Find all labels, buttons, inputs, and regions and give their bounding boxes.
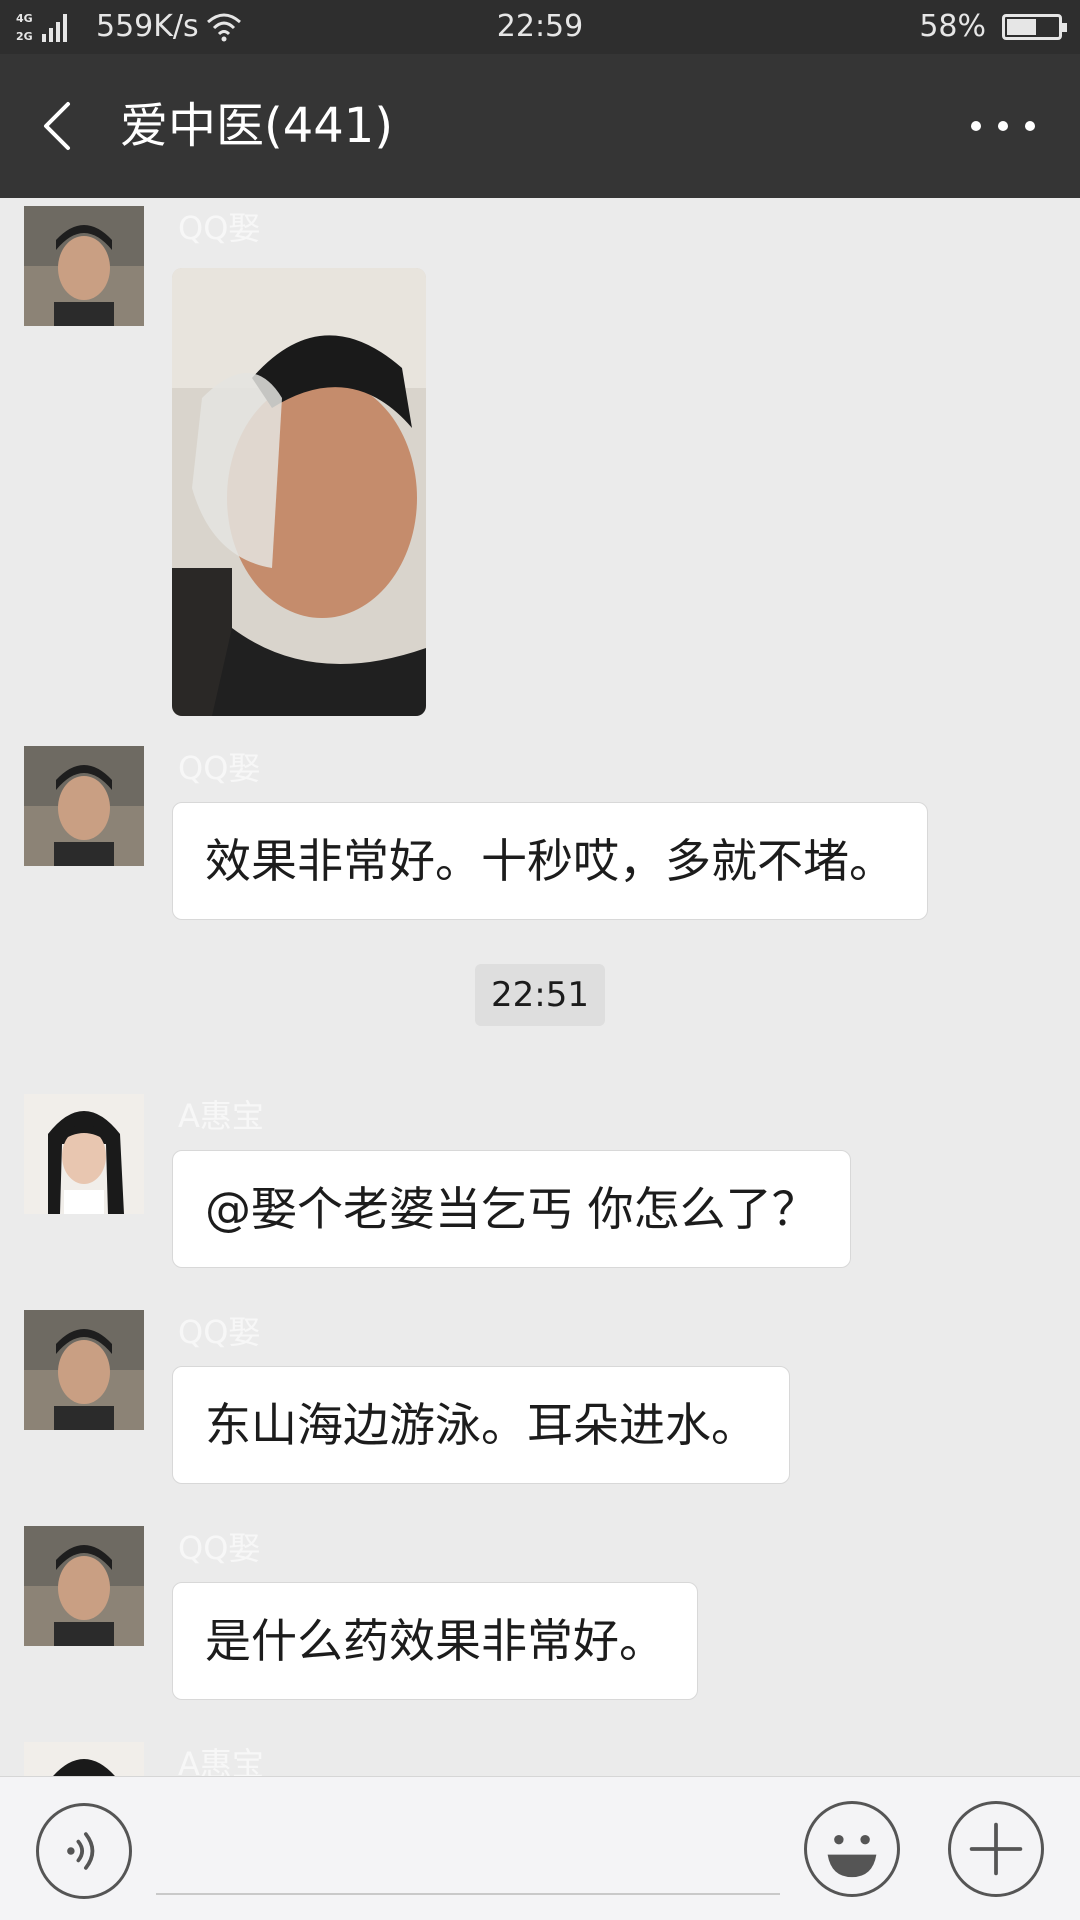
avatar[interactable]: [24, 1310, 144, 1430]
chat-header: 爱中医(441): [0, 54, 1080, 198]
status-bar: 4G 2G 559K/s 22:59 58%: [0, 0, 1080, 54]
timestamp-divider: 22:51: [475, 964, 605, 1026]
message-bubble[interactable]: 是什么药效果非常好。: [172, 1582, 698, 1700]
sender-name: QQ娶: [178, 209, 261, 247]
sender-name: A惠宝: [178, 1745, 264, 1776]
battery-icon: [1002, 14, 1067, 40]
avatar[interactable]: [24, 1742, 144, 1776]
battery-percent: 58%: [919, 9, 986, 44]
message-bubble[interactable]: 东山海边游泳。耳朵进水。: [172, 1366, 790, 1484]
sender-name: QQ娶: [178, 749, 261, 787]
avatar[interactable]: [24, 1526, 144, 1646]
plus-icon[interactable]: [948, 1801, 1044, 1897]
clock: 22:59: [496, 9, 584, 44]
sender-name: QQ娶: [178, 1529, 261, 1567]
message-bubble[interactable]: @娶个老婆当乞丐 你怎么了？: [172, 1150, 851, 1268]
avatar[interactable]: [24, 746, 144, 866]
shared-photo[interactable]: [172, 268, 426, 716]
message-input[interactable]: [156, 1807, 780, 1895]
sender-name: QQ娶: [178, 1313, 261, 1351]
chat-title: 爱中医(441): [120, 98, 394, 154]
sender-name: A惠宝: [178, 1097, 264, 1135]
emoji-icon[interactable]: [804, 1801, 900, 1897]
message-list[interactable]: QQ娶 QQ娶 效果非常好。十秒哎，多就不堵。 22:51 A惠宝 @娶个老婆当…: [0, 198, 1080, 1776]
more-options-button[interactable]: [966, 104, 1040, 148]
battery-fill: [1007, 19, 1036, 35]
message-bubble[interactable]: 效果非常好。十秒哎，多就不堵。: [172, 802, 928, 920]
avatar[interactable]: [24, 1094, 144, 1214]
input-bar: [0, 1776, 1080, 1920]
voice-icon[interactable]: [36, 1803, 132, 1899]
back-button[interactable]: [30, 94, 90, 158]
avatar[interactable]: [24, 206, 144, 326]
